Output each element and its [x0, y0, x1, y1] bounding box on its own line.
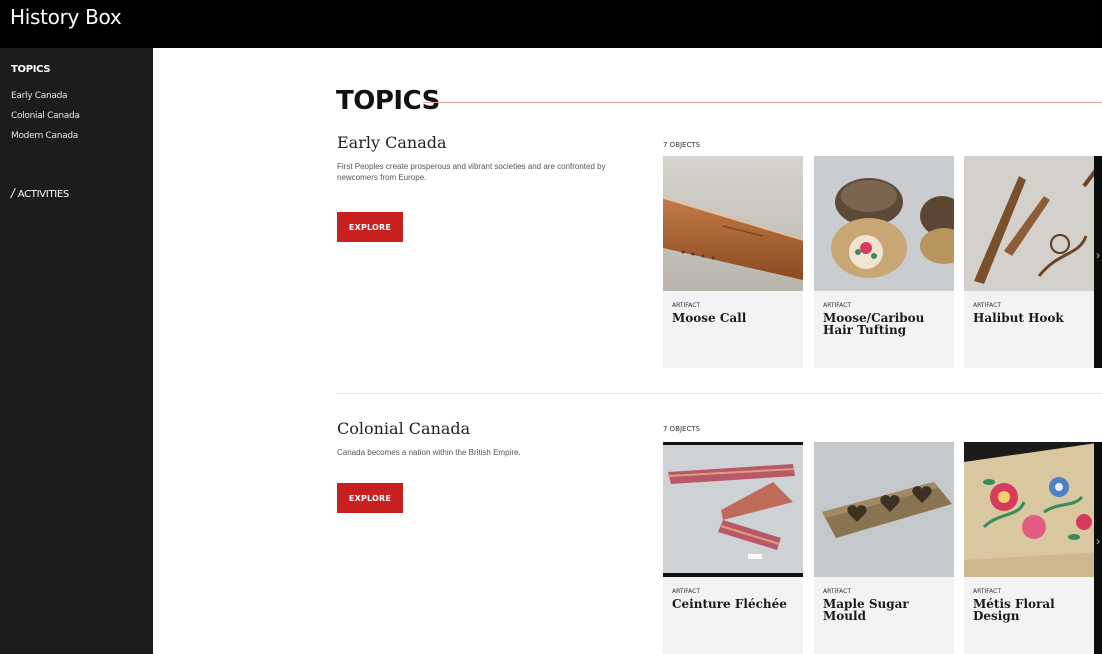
- artifact-card-maple-sugar-mould[interactable]: ARTIFACT Maple Sugar Mould: [814, 442, 954, 654]
- activities-label: ACTIVITIES: [17, 189, 70, 200]
- sidebar-heading-topics[interactable]: TOPICS: [11, 64, 51, 75]
- card-title: Moose/Caribou Hair Tufting: [823, 311, 925, 337]
- artifact-card-halibut-hook[interactable]: ARTIFACT Halibut Hook: [964, 156, 1102, 368]
- section-description-early-canada: First Peoples create prosperous and vibr…: [337, 162, 606, 182]
- artifact-card-moose-caribou-hair-tufting[interactable]: ARTIFACT Moose/Caribou Hair Tufting: [814, 156, 954, 368]
- artifact-card-moose-call[interactable]: ARTIFACT Moose Call: [663, 156, 803, 368]
- carousel-next-edge[interactable]: [1094, 442, 1102, 654]
- card-kind-label: ARTIFACT: [672, 588, 701, 595]
- card-title: Métis Floral Design: [973, 597, 1055, 623]
- sidebar-item-activities[interactable]: / ACTIVITIES: [9, 186, 70, 200]
- section-description-colonial-canada: Canada becomes a nation within the Briti…: [337, 448, 521, 457]
- card-kind-label: ARTIFACT: [823, 588, 852, 595]
- object-count-colonial-canada: 7 OBJECTS: [663, 425, 701, 433]
- sidebar-item-modern-canada[interactable]: Modern Canada: [11, 131, 78, 141]
- card-title: Maple Sugar Mould: [823, 597, 909, 623]
- card-kind-label: ARTIFACT: [823, 302, 852, 309]
- title-divider: [423, 102, 1102, 103]
- explore-button-early-canada[interactable]: EXPLORE: [337, 212, 403, 242]
- moccasins-image: [814, 156, 954, 291]
- card-title: Halibut Hook: [973, 311, 1064, 325]
- app-title[interactable]: History Box: [10, 5, 122, 29]
- card-title: Ceinture Fléchée: [672, 597, 787, 611]
- chevron-right-icon[interactable]: ›: [1096, 534, 1100, 548]
- section-title-early-canada: Early Canada: [337, 133, 447, 152]
- sidebar: TOPICS Early Canada Colonial Canada Mode…: [0, 48, 153, 654]
- top-header-bar: History Box: [0, 0, 1102, 48]
- object-count-early-canada: 7 OBJECTS: [663, 141, 701, 149]
- metis-floral-design-image: [964, 442, 1102, 577]
- chevron-right-icon[interactable]: ›: [1096, 248, 1100, 262]
- sidebar-item-early-canada[interactable]: Early Canada: [11, 91, 68, 101]
- artifact-card-ceinture-flechee[interactable]: ARTIFACT Ceinture Fléchée: [663, 442, 803, 654]
- carousel-next-edge[interactable]: [1094, 156, 1102, 368]
- section-title-colonial-canada: Colonial Canada: [337, 419, 471, 438]
- artifact-card-metis-floral-design[interactable]: ARTIFACT Métis Floral Design: [964, 442, 1102, 654]
- ceinture-flechee-image: [663, 442, 803, 577]
- pencil-icon: /: [9, 186, 16, 200]
- explore-button-colonial-canada[interactable]: EXPLORE: [337, 483, 403, 513]
- card-title: Moose Call: [672, 311, 747, 325]
- card-kind-label: ARTIFACT: [973, 302, 1002, 309]
- card-kind-label: ARTIFACT: [672, 302, 701, 309]
- sidebar-item-colonial-canada[interactable]: Colonial Canada: [11, 111, 80, 121]
- section-divider: [337, 393, 1102, 394]
- card-kind-label: ARTIFACT: [973, 588, 1002, 595]
- moose-call-image: [663, 156, 803, 291]
- page-title: TOPICS: [336, 86, 440, 116]
- maple-sugar-mould-image: [814, 442, 954, 577]
- halibut-hook-image: [964, 156, 1102, 291]
